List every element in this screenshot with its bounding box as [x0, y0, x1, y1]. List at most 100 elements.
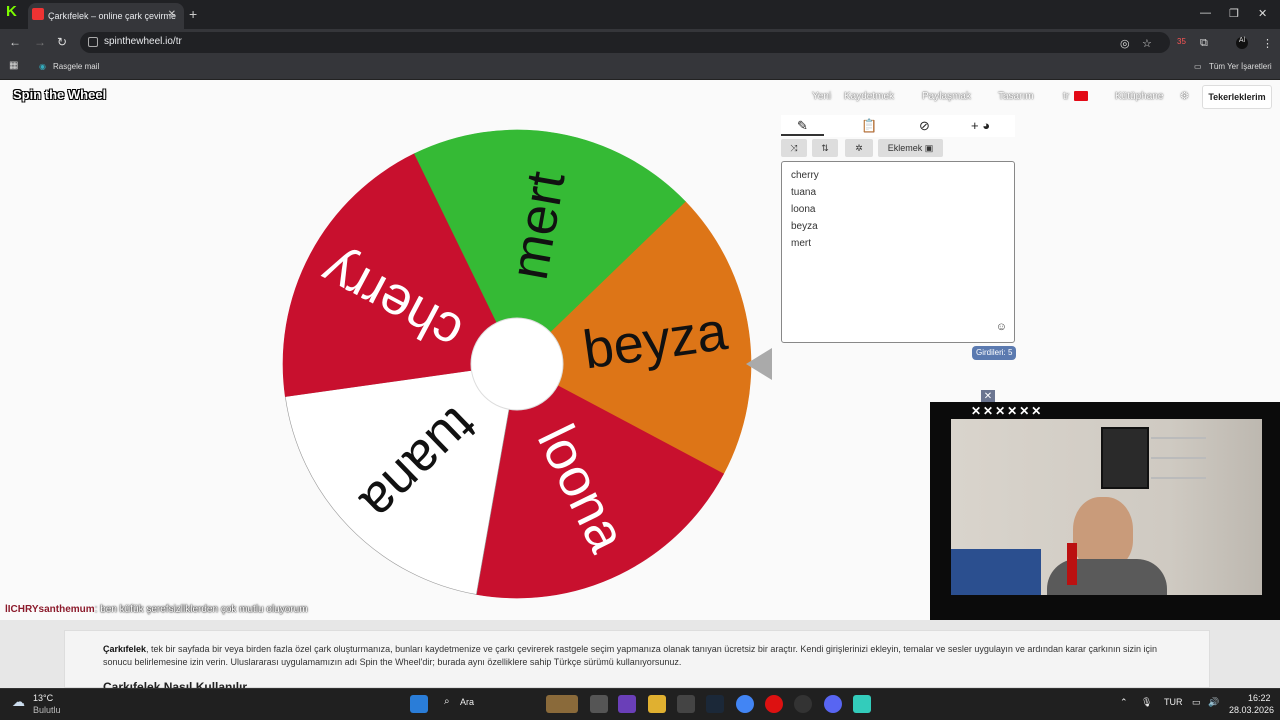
my-wheels-button[interactable]: Tekerleklerim [1202, 85, 1272, 109]
spin-wheel[interactable]: beyzaloonatuanacherrymert [280, 125, 758, 603]
shuffle-button[interactable]: ⤨ [781, 139, 807, 157]
nav-language[interactable]: tr [1063, 91, 1069, 102]
streamer-shirt [1047, 559, 1167, 595]
hide-eye-icon[interactable]: ⊘ [919, 118, 930, 134]
entries-textarea[interactable]: cherry tuana loona beyza mert ☺ [781, 161, 1015, 343]
tray-chevron-icon[interactable]: ⌃ [1120, 697, 1128, 708]
apps-grid-icon[interactable]: ▦ [9, 60, 18, 71]
wheel-pointer [746, 348, 772, 380]
reload-icon[interactable]: ↻ [57, 35, 67, 49]
settings-gear-icon[interactable]: ⚙ [1180, 91, 1189, 102]
browser-tab-strip: K Çarkıfelek – online çark çevirme ✕ + —… [0, 0, 1280, 29]
new-tab-icon[interactable]: + [189, 6, 197, 22]
store-icon[interactable] [677, 695, 695, 713]
wheel-center-hub[interactable] [470, 317, 564, 411]
entry-item: tuana [791, 187, 817, 198]
notepad-icon[interactable] [853, 695, 871, 713]
bookmarks-bar: ▦ ◉ Rasgele mail ▭ Tüm Yer İşaretleri [0, 56, 1280, 80]
gear-icon[interactable]: ✲ [845, 139, 873, 157]
description-box: Çarkıfelek, tek bir sayfada bir veya bir… [64, 630, 1210, 694]
tab-title: Çarkıfelek – online çark çevirme [48, 11, 177, 21]
app-logo-icon: K [6, 3, 17, 20]
copilot-icon[interactable] [618, 695, 636, 713]
weather-cloud-icon: ☁ [12, 694, 25, 709]
bookmark-favicon-icon: ◉ [39, 62, 46, 71]
address-bar[interactable]: spinthewheel.io/tr [80, 32, 1170, 53]
obs-icon[interactable] [794, 695, 812, 713]
menu-kebab-icon[interactable]: ⋮ [1262, 37, 1273, 50]
add-image-label: Eklemek [887, 143, 923, 153]
language-indicator[interactable]: TUR [1164, 697, 1183, 707]
tab-close-icon[interactable]: ✕ [168, 9, 176, 20]
mic-icon[interactable]: 🎙 [1141, 697, 1152, 708]
task-view-icon[interactable] [590, 695, 608, 713]
clipboard-icon[interactable]: 📋 [861, 118, 877, 134]
url-text: spinthewheel.io/tr [104, 36, 182, 47]
description-section: Çarkıfelek, tek bir sayfada bir veya bir… [0, 620, 1280, 694]
entry-item: beyza [791, 221, 818, 232]
maximize-icon[interactable]: ❐ [1229, 7, 1239, 20]
extension-badge[interactable]: 35 [1177, 37, 1186, 46]
chat-message: lICHRYsanthemum: ben küfük şerefsizlikle… [5, 604, 308, 615]
profile-avatar[interactable]: Al [1236, 37, 1248, 49]
forward-icon[interactable]: → [34, 35, 46, 49]
clock-date[interactable]: 28.03.2026 [1229, 705, 1274, 715]
folder-icon: ▭ [1194, 62, 1202, 71]
edit-pencil-icon[interactable]: ✎ [781, 118, 824, 136]
browser-tab-active[interactable]: Çarkıfelek – online çark çevirme ✕ [28, 3, 184, 29]
widget-icon[interactable] [546, 695, 578, 713]
add-image-button[interactable]: Eklemek ▣ [878, 139, 943, 157]
wall-poster [1101, 427, 1149, 489]
chat-username: lICHRYsanthemum [5, 604, 95, 615]
nav-library[interactable]: Kütüphane [1115, 91, 1163, 102]
browser-toolbar: ← → ↻ spinthewheel.io/tr ◎ ☆ 35 ⧉ Al ⋮ [0, 29, 1280, 56]
nav-new[interactable]: Yeni [812, 91, 831, 102]
webcam-overlay [930, 402, 1280, 622]
add-color-icon[interactable]: + ◕ [971, 118, 990, 133]
discord-icon[interactable] [824, 695, 842, 713]
minimize-icon[interactable]: — [1200, 7, 1211, 19]
close-window-icon[interactable]: ✕ [1258, 7, 1267, 20]
description-text: , tek bir sayfada bir veya birden fazla … [103, 644, 1157, 667]
chrome-icon[interactable] [736, 695, 754, 713]
back-icon[interactable]: ← [9, 35, 21, 49]
weather-desc: Bulutlu [33, 705, 61, 715]
microphone [1067, 543, 1077, 585]
site-info-icon[interactable] [88, 37, 98, 47]
nav-share[interactable]: Paylaşmak [922, 91, 971, 102]
taskbar-search[interactable]: Ara [460, 697, 474, 707]
tab-favicon-icon [32, 8, 44, 20]
description-bold: Çarkıfelek [103, 644, 147, 654]
steam-icon[interactable] [706, 695, 724, 713]
eye-off-icon[interactable]: ◎ [1120, 37, 1130, 50]
site-logo[interactable]: Spin the Wheel [13, 87, 106, 102]
page-content: Spin the Wheel Yeni Kaydetmek Paylaşmak … [0, 80, 1280, 622]
all-bookmarks-link[interactable]: Tüm Yer İşaretleri [1209, 62, 1272, 71]
panel-tabs: ✎ 📋 ⊘ + ◕ [781, 115, 1015, 137]
entry-item: loona [791, 204, 816, 215]
windows-taskbar: ☁ 13°C Bulutlu ⌕ Ara ⌃ 🎙 TUR ▭ 🔊 16:22 2… [0, 688, 1280, 720]
entry-item: cherry [791, 170, 819, 181]
weather-temp[interactable]: 13°C [33, 693, 53, 703]
opera-icon[interactable] [765, 695, 783, 713]
extensions-icon[interactable]: ⧉ [1200, 37, 1208, 50]
search-icon[interactable]: ⌕ [444, 696, 450, 707]
entries-count-badge: Girdileri: 5 [972, 346, 1017, 360]
turkey-flag-icon [1074, 91, 1088, 101]
chat-text: : ben küfük şerefsizliklerden çok mutlu … [94, 604, 308, 615]
windows-start-icon[interactable] [410, 695, 428, 713]
nav-design[interactable]: Tasarım [998, 91, 1034, 102]
wall-shelf [1151, 437, 1206, 497]
bookmark-star-icon[interactable]: ☆ [1142, 37, 1152, 50]
volume-icon[interactable]: 🔊 [1208, 697, 1219, 708]
bookmark-rasgele-mail[interactable]: Rasgele mail [53, 62, 99, 71]
file-explorer-icon[interactable] [648, 695, 666, 713]
webcam-video [951, 419, 1262, 595]
sort-button[interactable]: ⇅ [812, 139, 838, 157]
emoji-icon[interactable]: ☺ [996, 319, 1007, 336]
clock-time[interactable]: 16:22 [1248, 693, 1271, 703]
entry-item: mert [791, 238, 811, 249]
nav-save[interactable]: Kaydetmek [844, 91, 894, 102]
network-icon[interactable]: ▭ [1192, 697, 1201, 708]
overlay-decoration: ✕✕✕✕✕✕ [971, 404, 1044, 418]
